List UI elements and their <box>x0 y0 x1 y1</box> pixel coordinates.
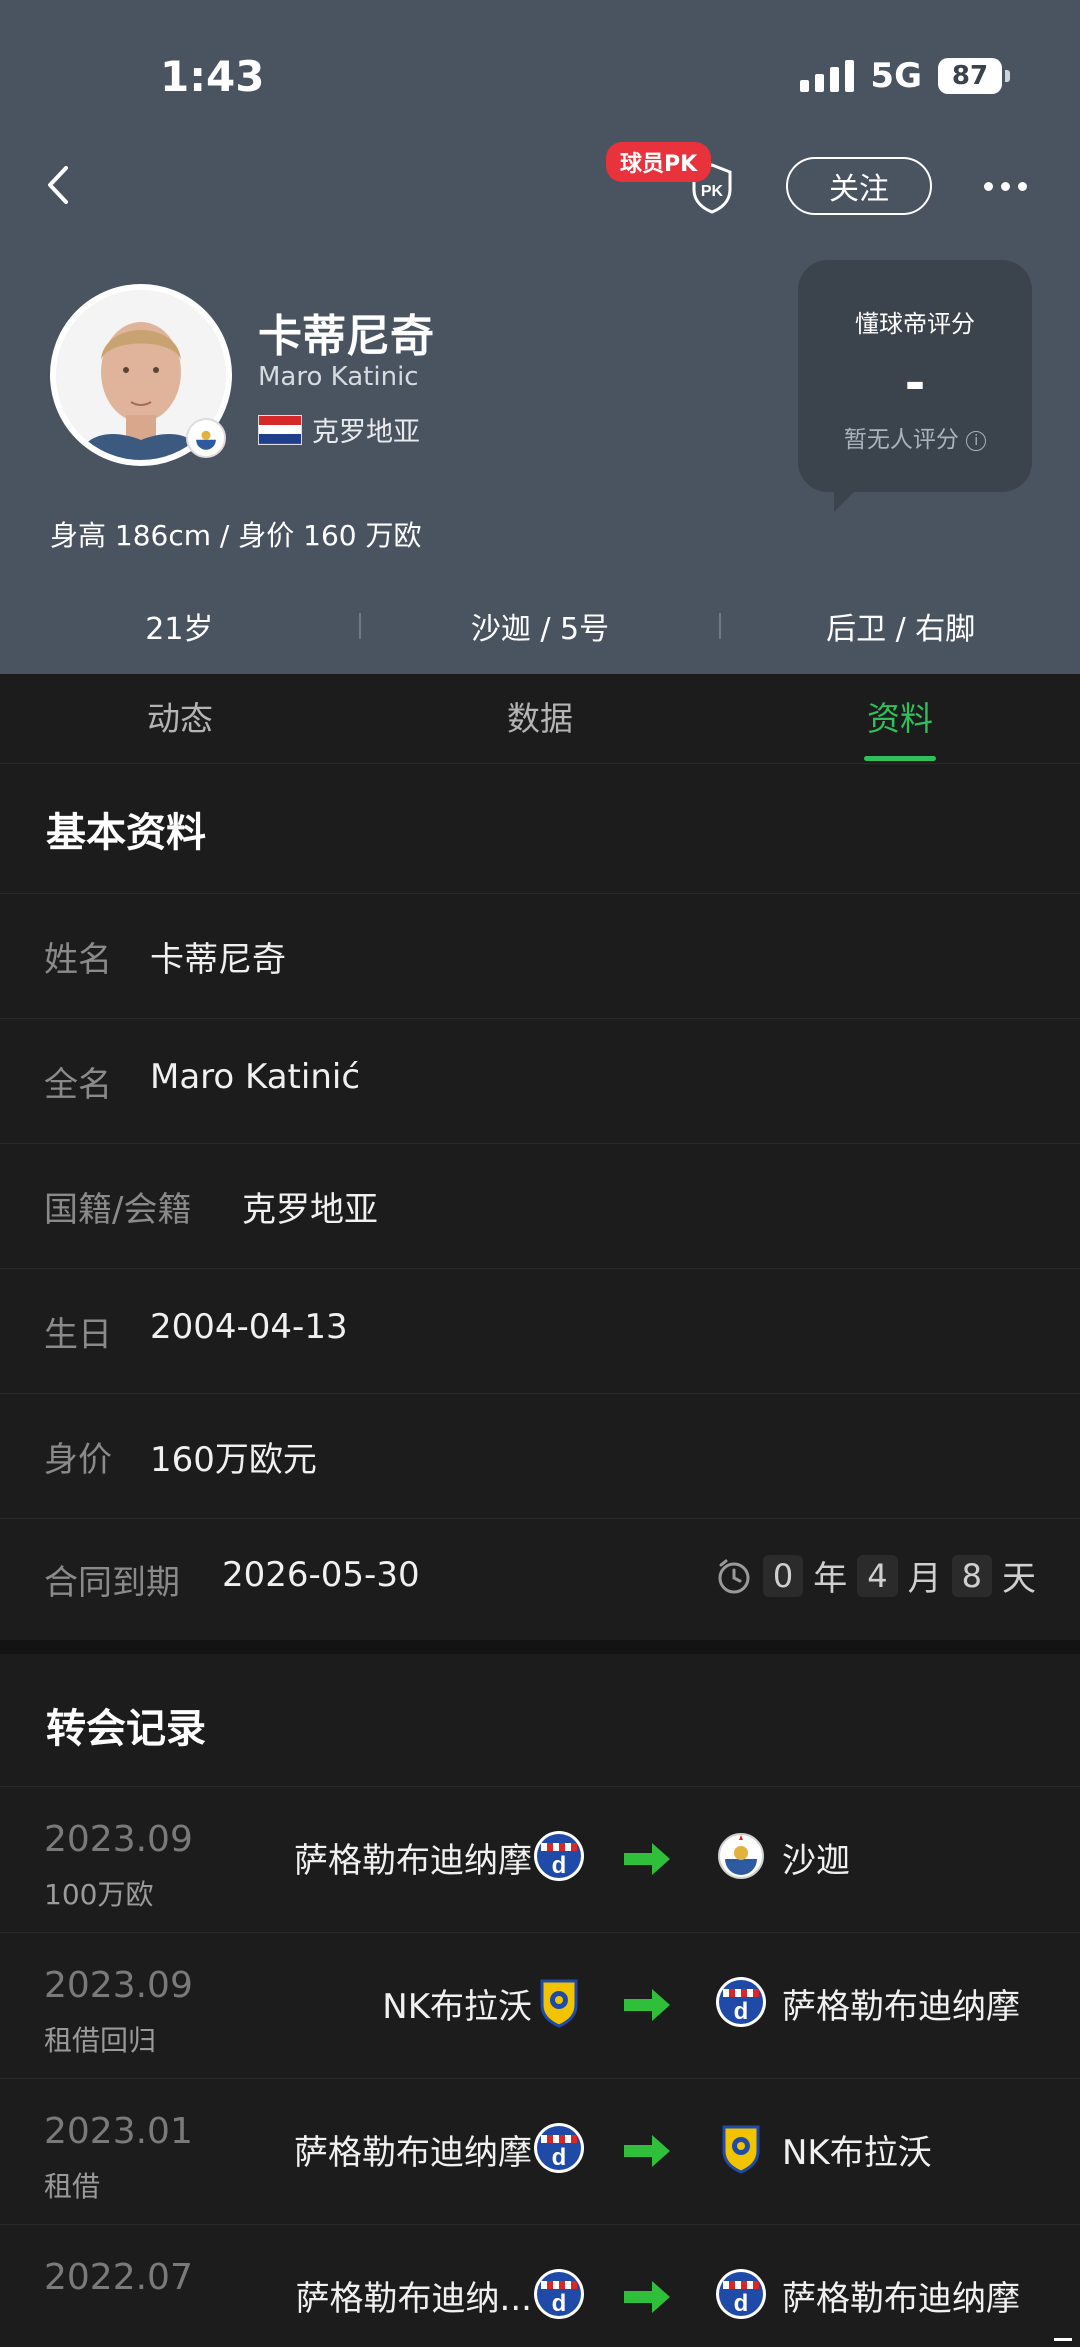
country-label: 克罗地亚 <box>312 417 420 448</box>
countdown-years-unit: 年 <box>813 1559 848 1599</box>
rating-card[interactable]: 懂球帝评分 - 暂无人评分 i <box>798 260 1032 512</box>
clock-icon <box>718 1559 750 1593</box>
player-age: 21岁 <box>145 612 214 647</box>
tab-feed[interactable]: 动态 <box>0 674 360 763</box>
network-type: 5G <box>870 56 922 96</box>
info-row-name: 姓名 卡蒂尼奇 <box>0 893 1080 1018</box>
signal-icon <box>800 60 855 92</box>
transfer-arrow-icon <box>624 1989 670 2021</box>
info-label: 身价 <box>44 1440 112 1480</box>
tab-stats[interactable]: 数据 <box>360 674 720 763</box>
countdown-months-unit: 月 <box>907 1559 942 1599</box>
nk-bravo-logo-icon <box>540 1979 578 2028</box>
player-country: 克罗地亚 <box>258 410 420 449</box>
transfer-from: 萨格勒布迪纳摩 <box>294 2133 532 2173</box>
countdown-days: 8 <box>951 1554 992 1597</box>
transfer-arrow-icon <box>624 2281 670 2313</box>
info-row-nationality: 国籍/会籍 克罗地亚 <box>0 1143 1080 1268</box>
info-value: Maro Katinić <box>150 1057 361 1097</box>
info-value: 卡蒂尼奇 <box>150 940 286 980</box>
player-name: 卡蒂尼奇 <box>258 311 434 362</box>
tab-profile[interactable]: 资料 <box>720 674 1080 763</box>
sharjah-logo-icon <box>718 1833 764 1879</box>
countdown-months: 4 <box>857 1554 898 1597</box>
basic-info-title: 基本资料 <box>46 810 206 856</box>
player-position-foot: 后卫 / 右脚 <box>826 612 976 647</box>
transfer-date: 2023.09 <box>44 1819 193 1860</box>
nk-bravo-logo-icon <box>722 2125 760 2174</box>
follow-button[interactable]: 关注 <box>786 157 932 215</box>
croatia-flag-icon <box>258 414 302 445</box>
info-row-birthday: 生日 2004-04-13 <box>0 1268 1080 1393</box>
info-row-contract: 合同到期 2026-05-30 0 年 4 月 8 天 <box>0 1518 1080 1640</box>
battery-icon: 87 <box>938 58 1010 94</box>
player-stats-row: 21岁 沙迦 / 5号 后卫 / 右脚 <box>0 596 1080 656</box>
transfer-from: 萨格勒布迪纳摩 <box>294 1841 532 1881</box>
transfer-note: 租借 <box>44 2170 101 2203</box>
transfer-from: NK布拉沃 <box>382 1987 532 2027</box>
info-label: 全名 <box>44 1065 112 1105</box>
dinamo-zagreb-logo-icon <box>534 2269 584 2319</box>
more-icon[interactable] <box>984 182 1027 191</box>
section-divider <box>0 1640 1080 1654</box>
info-label: 姓名 <box>44 940 112 980</box>
home-indicator <box>1054 2338 1072 2341</box>
info-value: 2004-04-13 <box>150 1307 348 1347</box>
rating-note: 暂无人评分 i <box>798 420 1032 454</box>
transfer-title: 转会记录 <box>46 1706 206 1752</box>
info-value: 160万欧元 <box>150 1440 317 1480</box>
info-label: 合同到期 <box>44 1563 180 1603</box>
transfer-date: 2023.09 <box>44 1965 193 2006</box>
transfer-row[interactable]: 2023.09 100万欧 萨格勒布迪纳摩 沙迦 <box>0 1786 1080 1932</box>
countdown-days-unit: 天 <box>1002 1559 1036 1599</box>
info-label: 生日 <box>44 1315 112 1355</box>
status-time: 1:43 <box>160 52 265 101</box>
info-value: 2026-05-30 <box>222 1555 420 1595</box>
transfer-note: 100万欧 <box>44 1878 154 1911</box>
player-height-value: 身高 186cm / 身价 160 万欧 <box>50 519 422 552</box>
transfer-to: 萨格勒布迪纳摩 <box>782 1987 1020 2027</box>
dinamo-zagreb-logo-icon <box>716 1977 766 2027</box>
dinamo-zagreb-logo-icon <box>716 2269 766 2319</box>
info-value: 克罗地亚 <box>242 1190 378 1230</box>
transfer-date: 2023.01 <box>44 2111 193 2152</box>
transfer-row[interactable]: 2022.07 萨格勒布迪纳... 萨格勒布迪纳摩 <box>0 2224 1080 2347</box>
club-logo-icon <box>186 418 226 458</box>
info-row-value: 身价 160万欧元 <box>0 1393 1080 1518</box>
info-row-fullname: 全名 Maro Katinić <box>0 1018 1080 1143</box>
transfer-row[interactable]: 2023.01 租借 萨格勒布迪纳摩 NK布拉沃 <box>0 2078 1080 2224</box>
transfer-to: 萨格勒布迪纳摩 <box>782 2279 1020 2319</box>
transfer-date: 2022.07 <box>44 2257 193 2298</box>
transfer-row[interactable]: 2023.09 租借回归 NK布拉沃 萨格勒布迪纳摩 <box>0 1932 1080 2078</box>
rating-value: - <box>904 354 926 412</box>
transfer-arrow-icon <box>624 2135 670 2167</box>
pk-shield-text: PK <box>701 183 724 200</box>
pk-badge: 球员PK <box>606 142 712 182</box>
dinamo-zagreb-logo-icon <box>534 1831 584 1881</box>
dinamo-zagreb-logo-icon <box>534 2123 584 2173</box>
profile-tabs: 动态 数据 资料 <box>0 674 1080 764</box>
rating-note-text: 暂无人评分 <box>843 427 959 453</box>
player-pk-button[interactable]: PK 球员PK <box>606 142 738 218</box>
back-arrow-icon[interactable] <box>40 160 80 210</box>
countdown-years: 0 <box>762 1554 804 1597</box>
transfer-note: 租借回归 <box>44 2024 157 2057</box>
status-bar-right: 5G 87 <box>800 56 1010 96</box>
transfer-from: 萨格勒布迪纳... <box>295 2279 532 2319</box>
player-name-en: Maro Katinic <box>258 362 419 392</box>
transfer-to: NK布拉沃 <box>782 2133 932 2173</box>
info-label: 国籍/会籍 <box>44 1190 192 1230</box>
player-club-number: 沙迦 / 5号 <box>470 612 610 647</box>
transfer-arrow-icon <box>624 1843 670 1875</box>
transfer-to: 沙迦 <box>782 1841 850 1881</box>
info-icon[interactable]: i <box>966 430 987 451</box>
contract-countdown: 0 年 4 月 8 天 <box>715 1551 1036 1600</box>
rating-title: 懂球帝评分 <box>855 310 975 338</box>
